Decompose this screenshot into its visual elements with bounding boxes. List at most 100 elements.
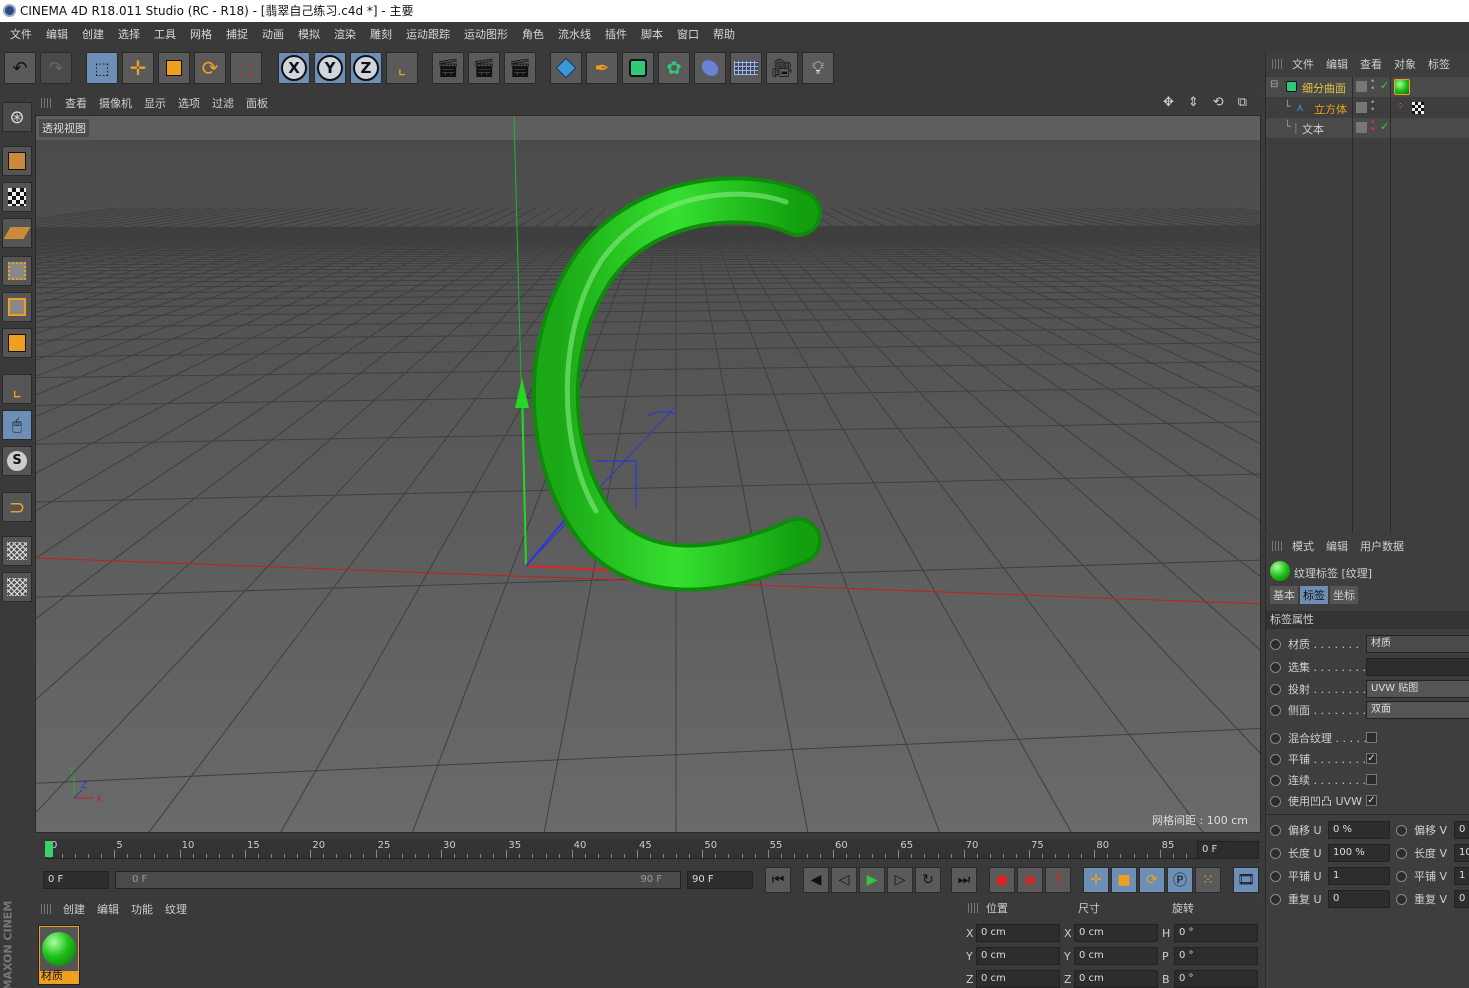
mix-textures-checkbox[interactable] bbox=[1366, 732, 1377, 743]
rotation-p-field[interactable]: 0 ° bbox=[1174, 947, 1258, 965]
menu-plugins[interactable]: 插件 bbox=[598, 26, 634, 42]
points-mode-button[interactable] bbox=[2, 256, 32, 286]
material-menu-texture[interactable]: 纹理 bbox=[159, 901, 193, 917]
previous-key-button[interactable]: ◀ bbox=[803, 867, 829, 893]
key-parameter-button[interactable]: Ⓟ bbox=[1167, 867, 1193, 893]
material-swatch[interactable]: 材质 bbox=[38, 925, 80, 985]
tile-anim-radio[interactable] bbox=[1270, 753, 1281, 765]
add-pen-spline-button[interactable]: ✒ bbox=[586, 52, 618, 84]
polygons-mode-button[interactable] bbox=[2, 328, 32, 358]
pan-icon[interactable]: ✥ bbox=[1157, 95, 1182, 110]
viewport-menu-cameras[interactable]: 摄像机 bbox=[93, 95, 138, 111]
visibility-dots-icon[interactable]: • • bbox=[1370, 99, 1375, 115]
texture-mode-button[interactable] bbox=[2, 182, 32, 212]
object-name[interactable]: 文本 bbox=[1302, 121, 1324, 137]
start-frame-field[interactable]: 0 F bbox=[43, 871, 109, 889]
timeline-window-button[interactable]: 🎞︎ bbox=[1233, 867, 1259, 893]
offset-u-anim-radio[interactable] bbox=[1270, 824, 1281, 836]
menu-select[interactable]: 选择 bbox=[111, 26, 147, 42]
go-to-start-button[interactable]: ⏮ bbox=[765, 867, 791, 893]
object-name[interactable]: 立方体 bbox=[1314, 101, 1347, 117]
repeat-u-anim-radio[interactable] bbox=[1270, 893, 1281, 905]
tiles-u-anim-radio[interactable] bbox=[1270, 870, 1281, 882]
mix-anim-radio[interactable] bbox=[1270, 732, 1281, 744]
record-keys-button[interactable]: ● bbox=[989, 867, 1015, 893]
menu-character[interactable]: 角色 bbox=[515, 26, 551, 42]
layer-icon[interactable] bbox=[1356, 81, 1367, 92]
visibility-dots-icon[interactable]: • • bbox=[1370, 78, 1375, 94]
render-view-button[interactable]: 🎬︎ bbox=[432, 52, 464, 84]
projection-dropdown[interactable]: UVW 贴图 bbox=[1366, 680, 1469, 698]
tab-basic[interactable]: 基本 bbox=[1270, 586, 1298, 604]
selection-anim-radio[interactable] bbox=[1270, 661, 1281, 673]
menu-create[interactable]: 创建 bbox=[75, 26, 111, 42]
length-u-field[interactable]: 100 % bbox=[1328, 844, 1390, 862]
playhead[interactable] bbox=[45, 841, 53, 857]
object-row-cube[interactable]: └ ⋏ 立方体 • • ⁘ bbox=[1266, 98, 1469, 118]
layer-icon[interactable] bbox=[1356, 122, 1367, 133]
menu-script[interactable]: 脚本 bbox=[634, 26, 670, 42]
add-cube-button[interactable] bbox=[550, 52, 582, 84]
menu-window[interactable]: 窗口 bbox=[670, 26, 706, 42]
tiles-v-field[interactable]: 1 bbox=[1454, 867, 1469, 885]
make-editable-button[interactable]: ⊛ bbox=[2, 102, 32, 132]
object-name[interactable]: 细分曲面 bbox=[1302, 80, 1346, 96]
add-light-button[interactable]: 💡︎ bbox=[802, 52, 834, 84]
render-picture-viewer-button[interactable]: 🎬︎ bbox=[468, 52, 500, 84]
undo-button[interactable]: ↶ bbox=[4, 52, 36, 84]
object-row-text[interactable]: └ | 文本 • • ✓ bbox=[1266, 118, 1469, 138]
projection-anim-radio[interactable] bbox=[1270, 683, 1281, 695]
repeat-v-anim-radio[interactable] bbox=[1396, 893, 1407, 905]
viewport-menu-filter[interactable]: 过滤 bbox=[206, 95, 240, 111]
phong-tag-icon[interactable]: ⁘ bbox=[1396, 101, 1404, 112]
auto-keying-button[interactable]: ◉ bbox=[1017, 867, 1043, 893]
x-axis-lock-button[interactable]: X bbox=[278, 52, 310, 84]
side-dropdown[interactable]: 双面 bbox=[1366, 701, 1469, 719]
enabled-check-icon[interactable]: ✓ bbox=[1380, 120, 1389, 133]
material-menu-edit[interactable]: 编辑 bbox=[91, 901, 125, 917]
menu-snap[interactable]: 捕捉 bbox=[219, 26, 255, 42]
orbit-icon[interactable]: ⟲ bbox=[1207, 95, 1232, 110]
rotation-h-field[interactable]: 0 ° bbox=[1174, 924, 1258, 942]
object-menu-view[interactable]: 查看 bbox=[1354, 56, 1388, 72]
axis-mode-button[interactable]: ⌞ bbox=[2, 374, 32, 404]
material-menu-create[interactable]: 创建 bbox=[57, 901, 91, 917]
viewport-menu-display[interactable]: 显示 bbox=[138, 95, 172, 111]
visibility-dots-icon[interactable]: • • bbox=[1370, 119, 1375, 135]
scale-tool-button[interactable] bbox=[158, 52, 190, 84]
frame-range-slider[interactable]: 0 F 90 F bbox=[115, 871, 681, 889]
menu-render[interactable]: 渲染 bbox=[327, 26, 363, 42]
render-settings-button[interactable]: 🎬︎ bbox=[504, 52, 536, 84]
end-frame-field[interactable]: 90 F bbox=[687, 871, 753, 889]
play-button[interactable]: ▶ bbox=[859, 867, 885, 893]
tweak-mode-button[interactable]: 🖱︎ bbox=[2, 410, 32, 440]
current-frame-field[interactable]: 0 F bbox=[1197, 841, 1259, 859]
offset-u-field[interactable]: 0 % bbox=[1328, 821, 1390, 839]
seamless-anim-radio[interactable] bbox=[1270, 774, 1281, 786]
object-menu-edit[interactable]: 编辑 bbox=[1320, 56, 1354, 72]
y-axis-lock-button[interactable]: Y bbox=[314, 52, 346, 84]
viewport-menu-panel[interactable]: 面板 bbox=[240, 95, 274, 111]
tab-coordinates[interactable]: 坐标 bbox=[1330, 586, 1358, 604]
menu-mograph[interactable]: 运动图形 bbox=[457, 26, 515, 42]
object-row-subdivision[interactable]: ⊟ 细分曲面 • • ✓ bbox=[1266, 77, 1469, 97]
add-subdivision-button[interactable] bbox=[622, 52, 654, 84]
add-mograph-button[interactable]: ✿ bbox=[658, 52, 690, 84]
rotation-b-field[interactable]: 0 ° bbox=[1174, 970, 1258, 988]
snap-button[interactable]: ⊃ bbox=[2, 492, 32, 522]
move-tool-button[interactable]: ✛ bbox=[122, 52, 154, 84]
texture-tag-icon[interactable] bbox=[1394, 79, 1410, 95]
side-anim-radio[interactable] bbox=[1270, 704, 1281, 716]
go-to-end-button[interactable]: ⏭ bbox=[951, 867, 977, 893]
position-x-field[interactable]: 0 cm bbox=[976, 924, 1060, 942]
material-menu-function[interactable]: 功能 bbox=[125, 901, 159, 917]
timeline-ruler[interactable]: 051015202530354045505560657075808590 0 F bbox=[35, 837, 1261, 863]
rotate-tool-button[interactable]: ⟳ bbox=[194, 52, 226, 84]
bump-uvw-anim-radio[interactable] bbox=[1270, 795, 1281, 807]
workplane-align-button[interactable] bbox=[2, 572, 32, 602]
seamless-checkbox[interactable] bbox=[1366, 774, 1377, 785]
offset-v-field[interactable]: 0 % bbox=[1454, 821, 1469, 839]
tiles-u-field[interactable]: 1 bbox=[1328, 867, 1390, 885]
recent-tool-button[interactable]: ⬚ bbox=[230, 52, 262, 84]
object-menu-file[interactable]: 文件 bbox=[1286, 56, 1320, 72]
